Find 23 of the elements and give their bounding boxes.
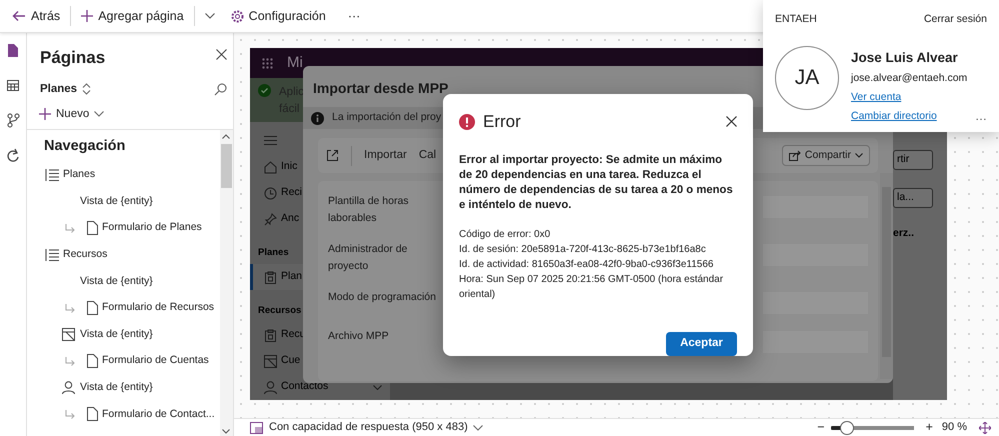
nav-section-heading: Planes <box>258 246 289 260</box>
dialog-title: Error <box>483 111 521 133</box>
section-heading: Navegación <box>44 137 126 156</box>
panel-title: Páginas <box>39 47 106 69</box>
user-name: Jose Luis Alvear <box>851 48 959 67</box>
dialog-title: Importar desde MPP <box>313 79 448 98</box>
error-detail: Id. de actividad: 81650a3f-ea08-42f0-9ba0-c936f3e11566 <box>459 258 714 272</box>
nav-section-heading: Recursos <box>258 304 302 318</box>
avatar: JA <box>775 46 839 110</box>
table-cell-text: erz.. <box>893 226 916 240</box>
field-label: Plantilla de horas laborables <box>328 194 410 226</box>
info-message: La importación del proy <box>332 110 442 126</box>
error-detail: Código de error: 0x0 <box>459 228 552 242</box>
field-label: Archivo MPP <box>328 329 390 344</box>
field-label: Administrador de proyecto <box>328 242 408 274</box>
error-message: Error al importar proyecto: Se admite un máximo de 20 dependencias en una tarea. Reduzca el número de dependencias de su tarea a 20 o menos e inténtelo de nuevo. <box>459 152 734 212</box>
brand-name: Mi <box>287 52 303 73</box>
user-email: jose.alvear@entaeh.com <box>851 71 968 86</box>
zoom-level: 90 % <box>942 420 967 436</box>
error-detail: Id. de sesión: 20e5891a-720f-413c-8625-b73e1bf16a8c <box>459 242 707 256</box>
field-label: Modo de programación <box>328 290 437 305</box>
error-detail: Hora: Sun Sep 07 2025 20:21:56 GMT-0500 (hora estándar oriental) <box>459 272 724 302</box>
tenant-name: ENTAEH <box>775 12 817 27</box>
